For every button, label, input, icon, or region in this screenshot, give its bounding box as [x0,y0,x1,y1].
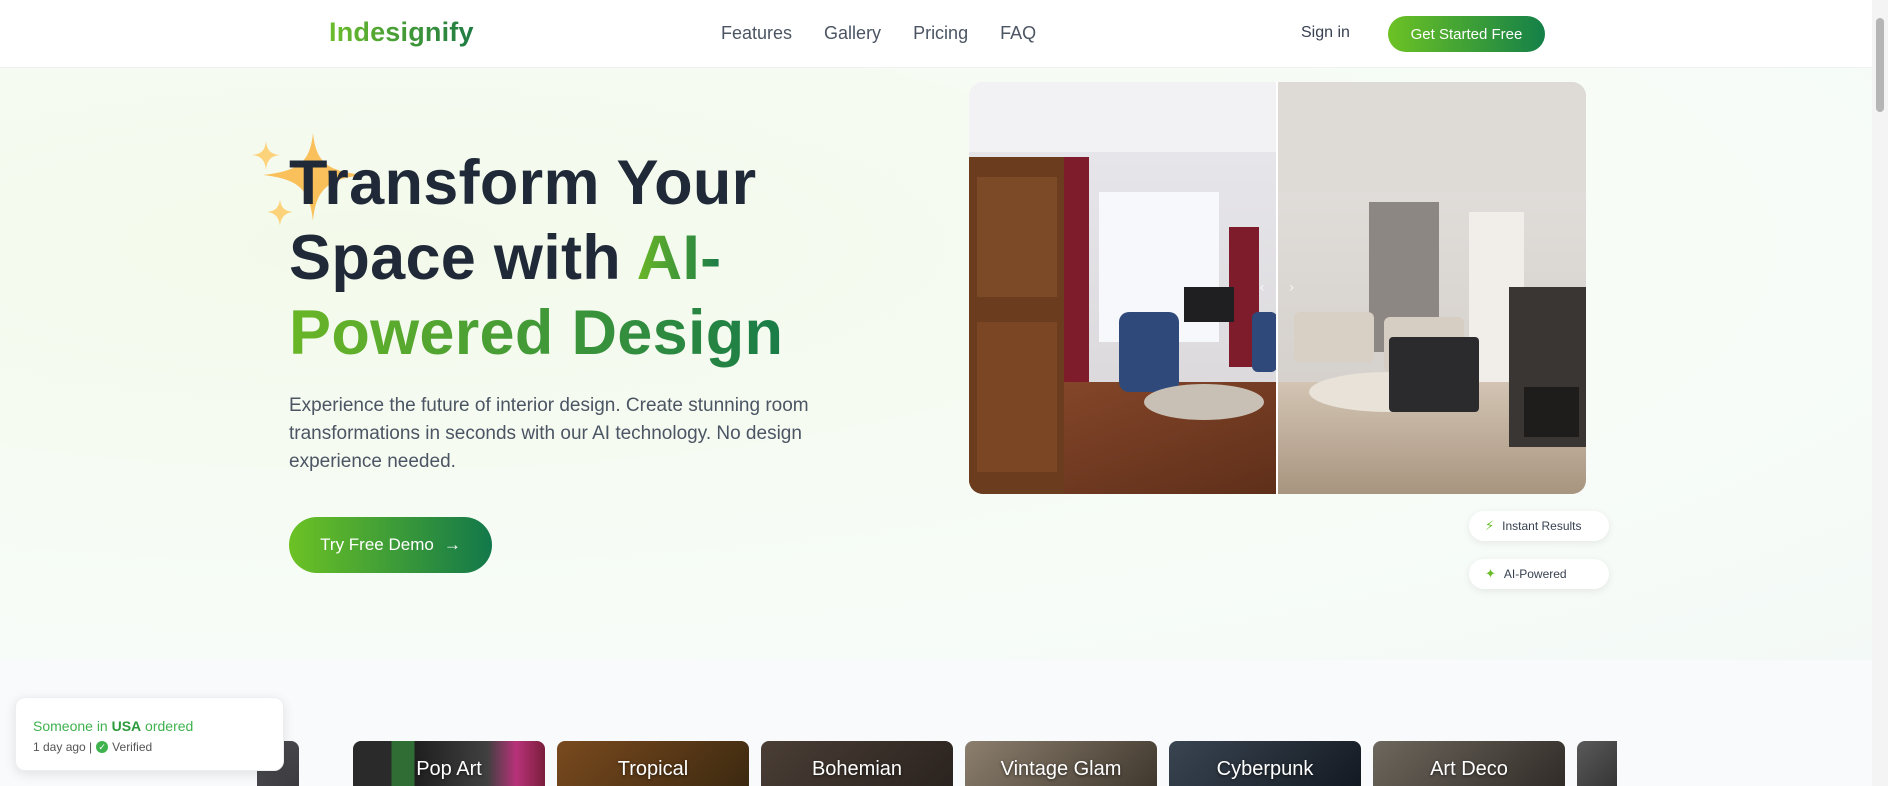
hero-title-line1: Transform Your [289,148,757,218]
nav-link-faq[interactable]: FAQ [1000,23,1036,44]
style-card-label: Tropical [617,758,689,780]
nav-link-gallery[interactable]: Gallery [824,23,881,44]
toast-prefix: Someone in [33,718,112,734]
scrollbar-thumb[interactable] [1876,18,1884,112]
style-card[interactable]: Cyberpunk [1169,741,1361,786]
sign-in-link[interactable]: Sign in [1301,24,1350,42]
try-free-demo-button[interactable]: Try Free Demo → [289,517,492,573]
toast-suffix: ordered [141,718,194,734]
top-navigation: Indesignify Features Gallery Pricing FAQ… [0,0,1872,68]
toast-message: Someone in USA ordered [33,718,193,734]
svg-text:‹: ‹ [1259,280,1265,296]
instant-results-label: Instant Results [1502,519,1582,533]
style-card[interactable]: Pop Art [353,741,545,786]
get-started-button[interactable]: Get Started Free [1388,16,1545,52]
purchase-notification-toast: Someone in USA ordered 1 day ago | ✓ Ver… [15,697,284,771]
sparkles-icon: ✦ [1485,566,1496,581]
before-after-comparison[interactable]: ‹ › [969,82,1586,494]
page-scrollbar[interactable] [1872,0,1888,786]
style-card[interactable] [1577,741,1617,786]
room-comparison-image: ‹ › [969,82,1586,494]
hero-title-accent: AI- [636,223,722,293]
toast-meta: 1 day ago | ✓ Verified [33,740,152,754]
style-card-label: Vintage Glam [1000,758,1122,780]
nav-link-features[interactable]: Features [721,23,792,44]
verified-check-icon: ✓ [96,741,109,753]
style-cards-carousel: em Pop Art Tropical Bohemian Vintage Gla… [257,741,1617,786]
instant-results-badge: ⚡ Instant Results [1469,511,1609,541]
ai-powered-badge: ✦ AI-Powered [1469,559,1609,589]
style-card-label: Pop Art [416,758,482,780]
toast-time: 1 day ago | [33,740,93,754]
ai-powered-label: AI-Powered [1503,567,1567,581]
logo[interactable]: Indesignify [329,17,474,48]
toast-verified: Verified [112,740,153,754]
style-card[interactable]: Art Deco [1373,741,1565,786]
svg-text:›: › [1289,280,1295,296]
try-free-demo-label: Try Free Demo [320,535,434,554]
hero-title: Transform Your Space with AI- Powered De… [289,146,783,371]
style-card-label: Cyberpunk [1216,758,1314,780]
nav-links: Features Gallery Pricing FAQ [721,23,1036,44]
toast-country: USA [111,718,142,734]
style-card[interactable]: Tropical [557,741,749,786]
style-card-label: Bohemian [811,758,903,780]
style-card[interactable]: Bohemian [761,741,953,786]
style-card[interactable]: Vintage Glam [965,741,1157,786]
nav-link-pricing[interactable]: Pricing [913,23,968,44]
arrow-right-icon: → [443,535,461,554]
hero-title-line2: Space with [289,223,637,293]
lightning-icon: ⚡ [1485,518,1495,533]
style-card-label: Art Deco [1430,758,1508,780]
hero-description: Experience the future of interior design… [289,395,809,472]
hero-title-line3: Powered Design [289,298,784,368]
